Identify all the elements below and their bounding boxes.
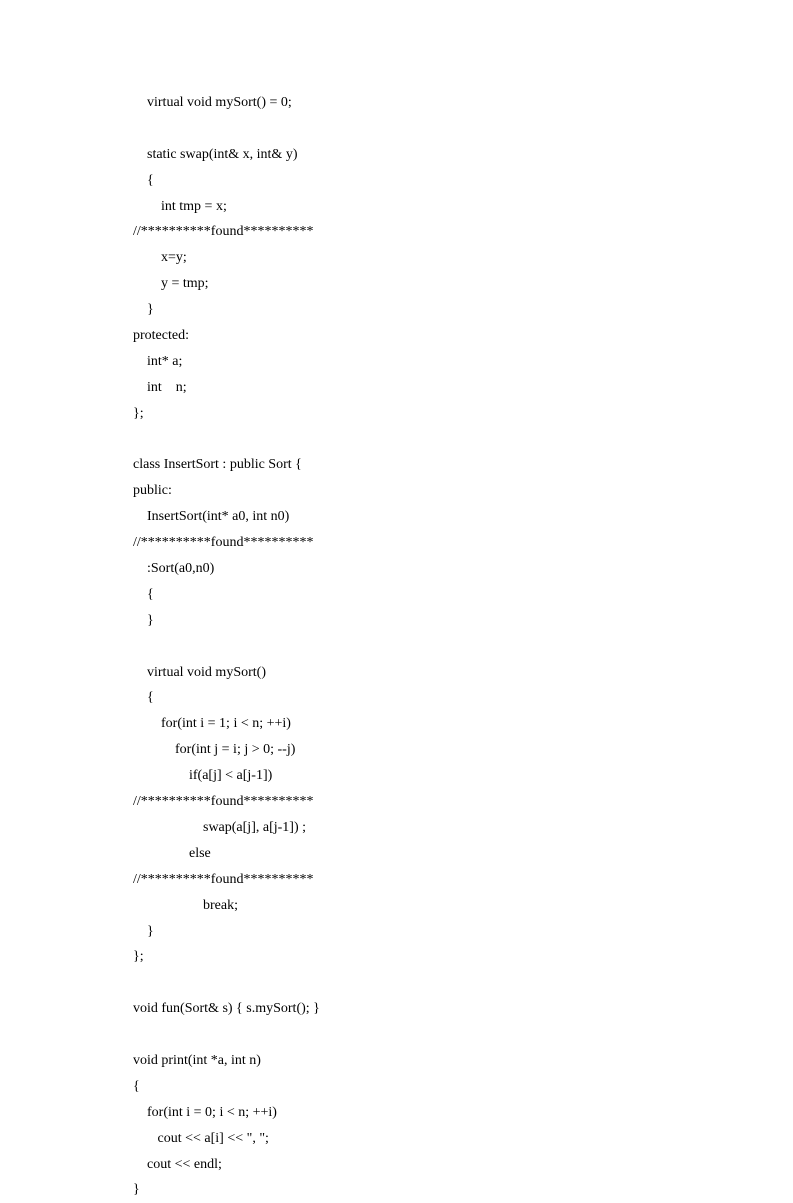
code-listing: virtual void mySort() = 0; static swap(i… xyxy=(133,90,793,1203)
document-page: virtual void mySort() = 0; static swap(i… xyxy=(0,0,793,1203)
